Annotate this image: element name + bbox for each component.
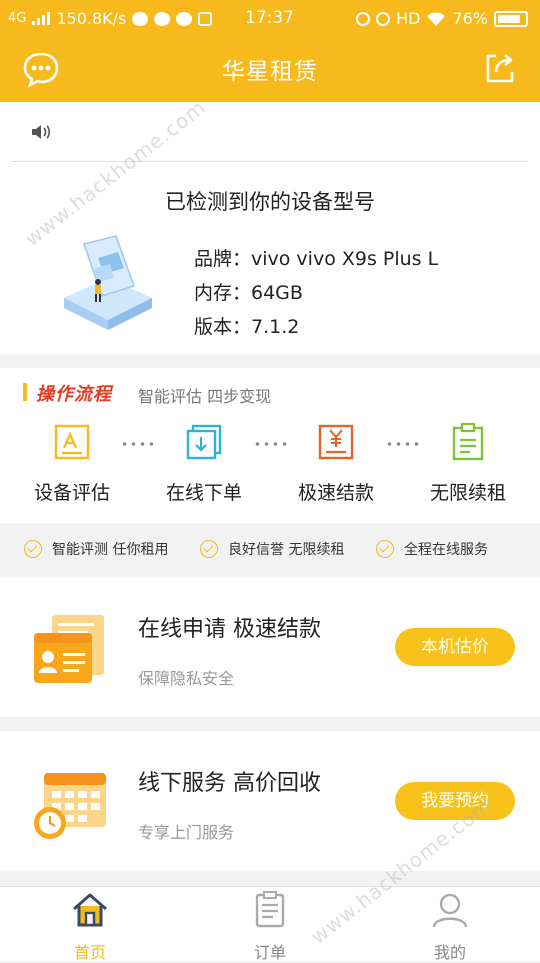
id-card-illustration (34, 615, 104, 683)
feature-item: 良好信誉 无限续租 (200, 539, 344, 559)
feature-strip: 智能评测 任你租用 良好信誉 无限续租 全程在线服务 (0, 523, 540, 575)
calendar-clock-illustration (34, 773, 106, 839)
signal-icon (32, 12, 51, 25)
yen-receipt-icon (318, 424, 354, 460)
card-title: 线下服务 高价回收 (138, 771, 321, 796)
step-label: 设备评估 (33, 482, 110, 504)
process-accent-bar (23, 383, 27, 401)
card-subtitle: 专享上门服务 (138, 823, 235, 842)
step-order[interactable]: 在线下单 (149, 422, 259, 505)
qq-icon-2 (176, 11, 193, 26)
step-label: 在线下单 (165, 482, 242, 504)
clipboard-icon (452, 422, 484, 461)
device-version: 版本：7.1.2 (194, 316, 300, 338)
network-type: 4G (8, 11, 27, 26)
alarm-icon (376, 11, 391, 26)
bottom-tab-bar: 首页 订单 我的 (0, 886, 540, 963)
tab-home[interactable]: 首页 (45, 891, 135, 963)
step-label: 极速结款 (297, 482, 374, 504)
feature-label: 良好信誉 无限续租 (228, 542, 345, 558)
step-renew[interactable]: 无限续租 (413, 422, 523, 505)
page-title: 华星租赁 (222, 59, 318, 85)
offline-service-card[interactable]: 线下服务 高价回收 专享上门服务 我要预约 (0, 731, 540, 871)
profile-icon (432, 893, 468, 928)
device-brand: 品牌：vivo vivo X9s Plus L (194, 248, 439, 270)
notification-icon (198, 11, 213, 26)
check-circle-icon (200, 540, 218, 558)
network-speed: 150.8K/s (56, 9, 127, 28)
estimate-price-button[interactable]: 本机估价 (395, 628, 515, 666)
online-apply-card[interactable]: 在线申请 极速结款 保障隐私安全 本机估价 (0, 577, 540, 717)
check-circle-icon (24, 540, 42, 558)
order-icon (255, 891, 285, 928)
divider (12, 161, 528, 162)
mute-icon (356, 11, 371, 26)
qq-icon (154, 11, 171, 26)
feature-item: 全程在线服务 (376, 539, 488, 559)
message-icon (132, 11, 149, 26)
feature-label: 智能评测 任你租用 (52, 542, 169, 558)
feature-item: 智能评测 任你租用 (24, 539, 168, 559)
tab-label: 我的 (433, 943, 466, 962)
check-circle-icon (376, 540, 394, 558)
app-header: 4G 150.8K/s 17:37 HD 76% 华星租赁 (0, 0, 540, 102)
battery-level: 76% (452, 9, 488, 28)
battery-icon (494, 10, 528, 27)
step-evaluate[interactable]: 设备评估 (17, 422, 127, 505)
feature-label: 全程在线服务 (404, 542, 488, 558)
hd-indicator: HD (396, 9, 421, 28)
card-subtitle: 保障隐私安全 (138, 669, 235, 688)
tab-profile[interactable]: 我的 (405, 891, 495, 963)
share-icon[interactable] (482, 50, 518, 86)
wifi-icon (427, 11, 446, 26)
step-label: 无限续租 (429, 482, 506, 504)
tab-orders[interactable]: 订单 (225, 891, 315, 963)
tab-label: 订单 (253, 943, 286, 962)
process-title: 操作流程 (36, 384, 112, 405)
download-order-icon (186, 424, 222, 460)
evaluate-icon (54, 424, 90, 460)
process-panel: 操作流程 智能评估 四步变现 设备评估 在线下单 极速结款 无限续租 (0, 368, 540, 523)
device-memory: 内存：64GB (194, 282, 303, 304)
card-title: 在线申请 极速结款 (138, 617, 321, 642)
step-payout[interactable]: 极速结款 (281, 422, 391, 505)
device-panel: 已检测到你的设备型号 品牌：vivo vivo X9s Plus L 内存：64… (0, 102, 540, 354)
home-icon (73, 893, 107, 927)
clock: 17:37 (245, 8, 294, 28)
speaker-icon[interactable] (30, 122, 54, 142)
process-subtitle: 智能评估 四步变现 (138, 387, 272, 406)
tab-label: 首页 (73, 943, 106, 962)
status-bar: 4G 150.8K/s 17:37 HD 76% (0, 0, 540, 36)
phone-illustration (64, 235, 152, 330)
